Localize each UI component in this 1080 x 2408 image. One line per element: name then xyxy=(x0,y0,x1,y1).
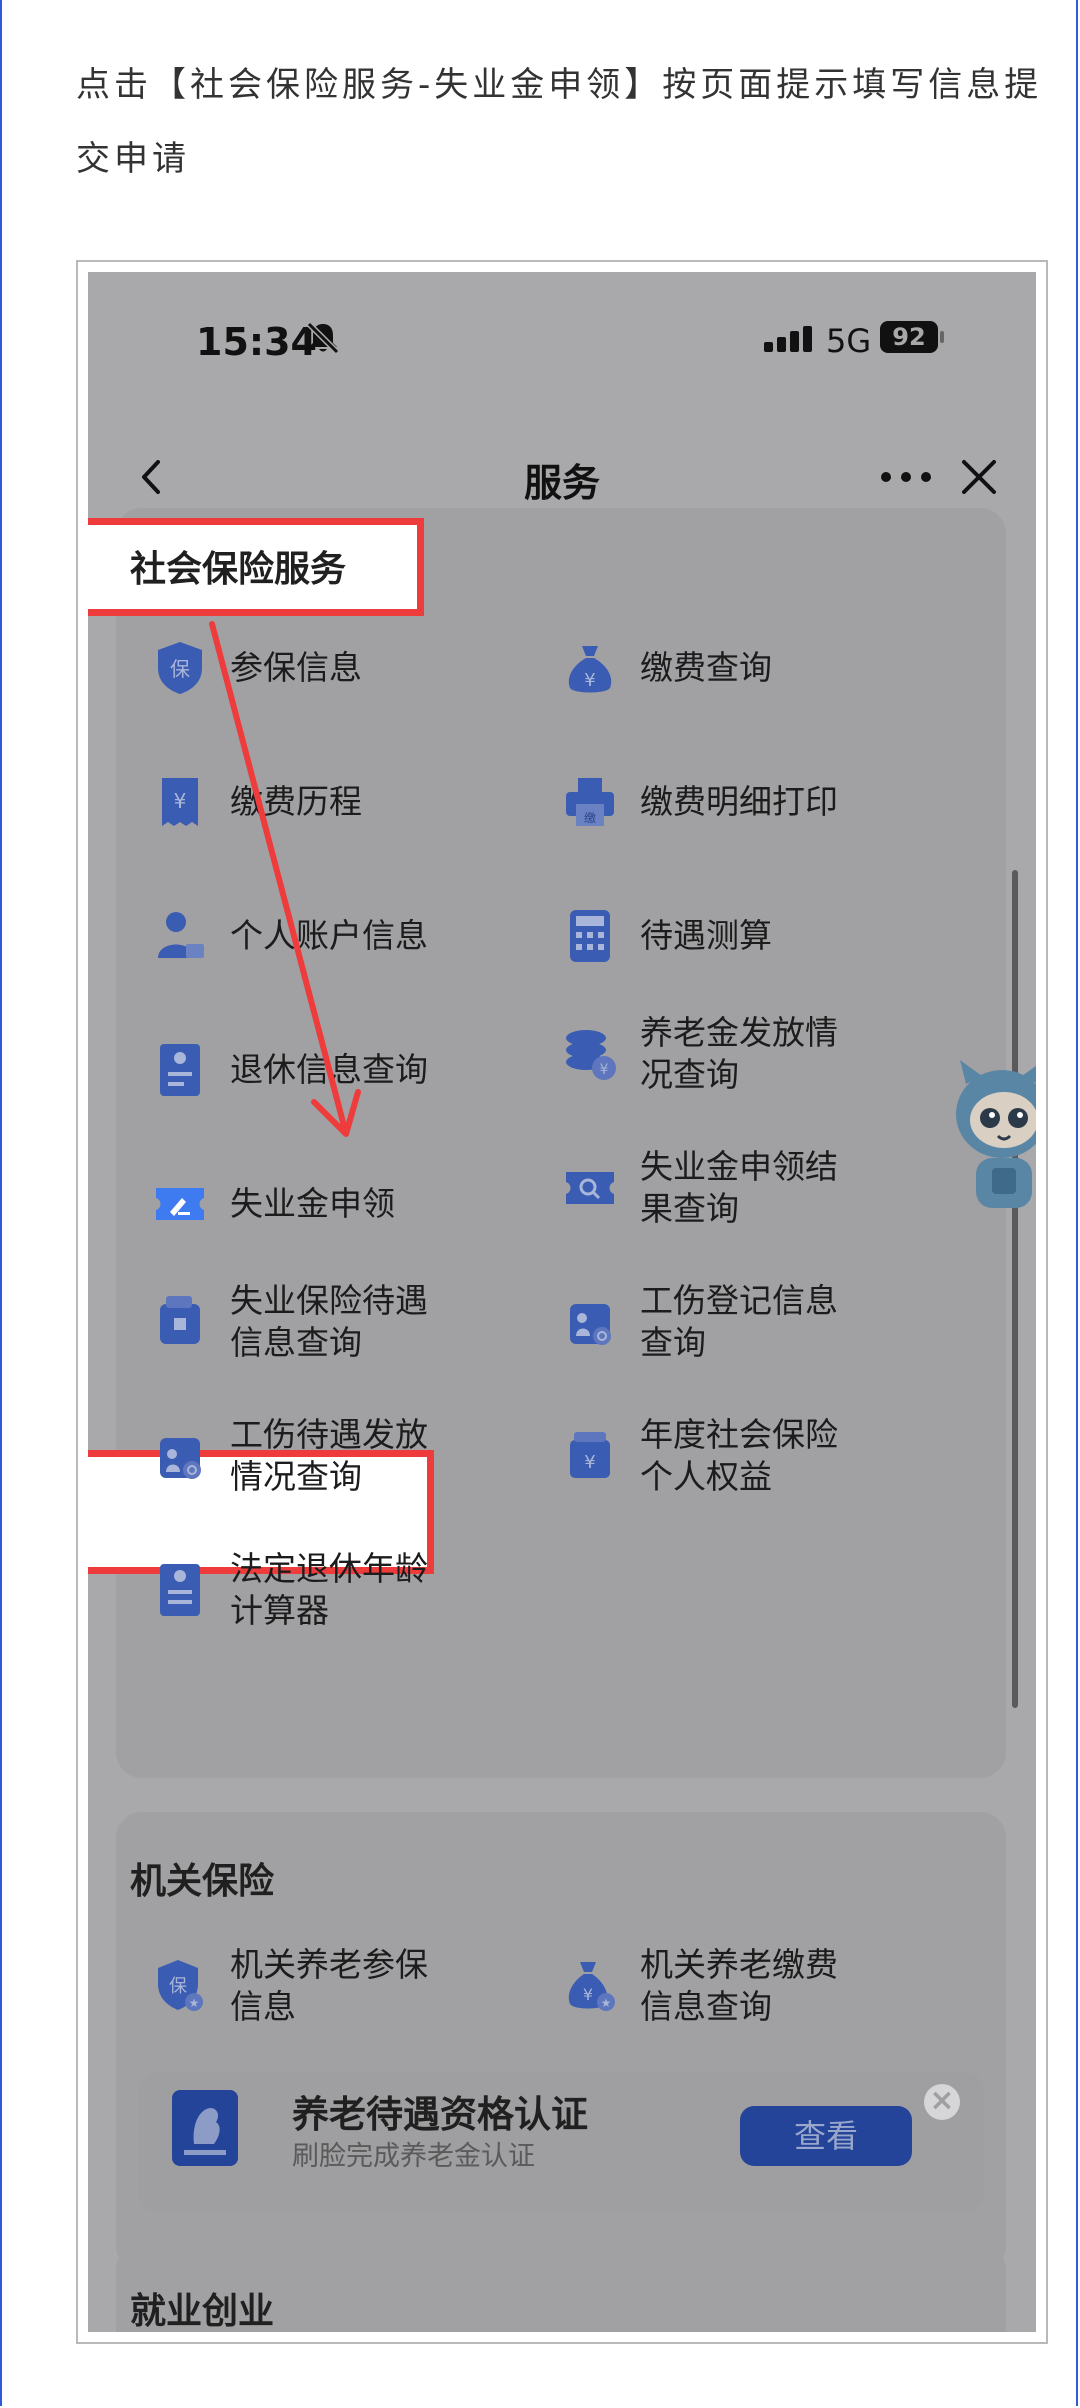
service-gov-pension-payment[interactable]: ¥ ★ 机关养老缴费 信息查询 xyxy=(562,1944,870,2028)
retirement-calc-icon xyxy=(160,1564,200,1616)
service-insured-info[interactable]: 保 参保信息 xyxy=(152,638,460,698)
service-unemployment-result[interactable]: 失业金申领结 果查询 xyxy=(562,1146,870,1230)
service-label: 机关养老缴费 信息查询 xyxy=(640,1945,838,2026)
more-dots-icon[interactable] xyxy=(876,452,936,502)
svg-text:¥: ¥ xyxy=(174,789,187,813)
cellular-signal-icon xyxy=(764,326,812,352)
receipt-icon: ¥ xyxy=(162,778,198,826)
service-label: 工伤登记信息 查询 xyxy=(640,1281,838,1362)
banner-close-icon[interactable]: × xyxy=(924,2084,960,2120)
face-verify-icon xyxy=(172,2090,238,2166)
phone-screenshot: 15:34 5G 92 服务 社会保险服务 保 参保信息 ¥ 缴费查询 ¥ 缴费… xyxy=(88,272,1036,2332)
service-label: 失业保险待遇 信息查询 xyxy=(230,1281,428,1362)
service-payment-query[interactable]: ¥ 缴费查询 xyxy=(562,638,870,698)
svg-text:保: 保 xyxy=(169,1976,187,1997)
person-card-icon xyxy=(158,912,204,958)
svg-text:★: ★ xyxy=(601,1996,612,2010)
service-personal-account[interactable]: 个人账户信息 xyxy=(152,906,460,966)
service-injury-register[interactable]: 工伤登记信息 查询 xyxy=(562,1280,870,1364)
service-label: 工伤待遇发放 情况查询 xyxy=(230,1415,428,1496)
service-unemployment-benefit[interactable]: 失业保险待遇 信息查询 xyxy=(152,1280,460,1364)
instruction-text: 点击【社会保险服务-失业金申领】按页面提示填写信息提交申请 xyxy=(76,65,1043,179)
service-label: 待遇测算 xyxy=(640,916,772,955)
battery-indicator: 92 xyxy=(880,321,938,353)
svg-text:¥: ¥ xyxy=(584,670,595,691)
status-bar: 15:34 5G 92 xyxy=(88,272,1036,412)
injury-register-icon xyxy=(570,1304,611,1345)
scrollbar[interactable] xyxy=(1012,870,1018,1708)
view-button[interactable]: 查看 xyxy=(740,2106,912,2166)
printer-icon: 缴 xyxy=(566,778,614,826)
service-label: 机关养老参保 信息 xyxy=(230,1945,428,2026)
banner-subtitle: 刷脸完成养老金认证 xyxy=(292,2141,535,2172)
svg-text:缴: 缴 xyxy=(584,810,596,825)
service-pension-status[interactable]: ¥ 养老金发放情 况查询 xyxy=(562,1012,870,1096)
government-insurance-title: 机关保险 xyxy=(130,1861,275,1902)
svg-text:¥: ¥ xyxy=(583,1985,593,2004)
service-injury-payment[interactable]: 工伤待遇发放 情况查询 xyxy=(152,1414,460,1498)
gov-money-bag-icon: ¥ ★ xyxy=(568,1962,615,2011)
service-label: 失业金申领结 果查询 xyxy=(640,1147,838,1228)
service-label: 缴费明细打印 xyxy=(640,782,838,821)
calculator-icon xyxy=(570,910,610,962)
bell-muted-icon xyxy=(306,321,340,355)
service-payment-print[interactable]: 缴 缴费明细打印 xyxy=(562,772,870,832)
service-unemployment-claim[interactable]: 失业金申领 xyxy=(152,1174,460,1234)
service-payment-history[interactable]: ¥ 缴费历程 xyxy=(152,772,460,832)
service-label: 年度社会保险 个人权益 xyxy=(640,1415,838,1496)
network-type: 5G xyxy=(826,322,872,360)
svg-text:保: 保 xyxy=(170,657,190,681)
ticket-pen-icon xyxy=(156,1188,204,1220)
service-label: 个人账户信息 xyxy=(230,916,428,955)
service-label: 缴费历程 xyxy=(230,782,362,821)
service-annual-rights[interactable]: ¥ 年度社会保险 个人权益 xyxy=(562,1414,870,1498)
service-label: 参保信息 xyxy=(230,648,362,687)
yuan-box-icon: ¥ xyxy=(570,1432,610,1478)
status-time: 15:34 xyxy=(196,320,317,364)
shield-insured-icon: 保 xyxy=(158,642,202,694)
coin-stack-icon: ¥ xyxy=(566,1030,616,1080)
service-benefit-calc[interactable]: 待遇测算 xyxy=(562,906,870,966)
close-icon[interactable] xyxy=(954,452,1004,502)
retirement-doc-icon xyxy=(160,1044,200,1096)
service-gov-pension-info[interactable]: 保 ★ 机关养老参保 信息 xyxy=(152,1944,460,2028)
robot-mascot-icon[interactable] xyxy=(946,1054,1036,1214)
battery-cap xyxy=(940,331,944,343)
service-label: 养老金发放情 况查询 xyxy=(640,1013,838,1094)
service-retirement-age-calc[interactable]: 法定退休年龄 计算器 xyxy=(152,1548,460,1632)
wallet-doc-icon xyxy=(160,1296,200,1344)
ticket-search-icon xyxy=(566,1172,614,1204)
service-label: 缴费查询 xyxy=(640,648,772,687)
gov-shield-icon: 保 ★ xyxy=(158,1960,203,2011)
money-bag-icon: ¥ xyxy=(568,646,612,693)
svg-text:¥: ¥ xyxy=(584,1452,595,1473)
service-label: 失业金申领 xyxy=(230,1184,395,1223)
employment-title: 就业创业 xyxy=(130,2291,275,2332)
service-label: 法定退休年龄 计算器 xyxy=(230,1549,428,1630)
svg-text:¥: ¥ xyxy=(600,1062,609,1078)
service-label: 退休信息查询 xyxy=(230,1050,428,1089)
svg-text:★: ★ xyxy=(189,1996,200,2010)
injury-wallet-icon xyxy=(160,1438,201,1479)
social-insurance-title: 社会保险服务 xyxy=(130,549,347,590)
banner-title: 养老待遇资格认证 xyxy=(292,2093,588,2136)
service-retirement-query[interactable]: 退休信息查询 xyxy=(152,1040,460,1100)
